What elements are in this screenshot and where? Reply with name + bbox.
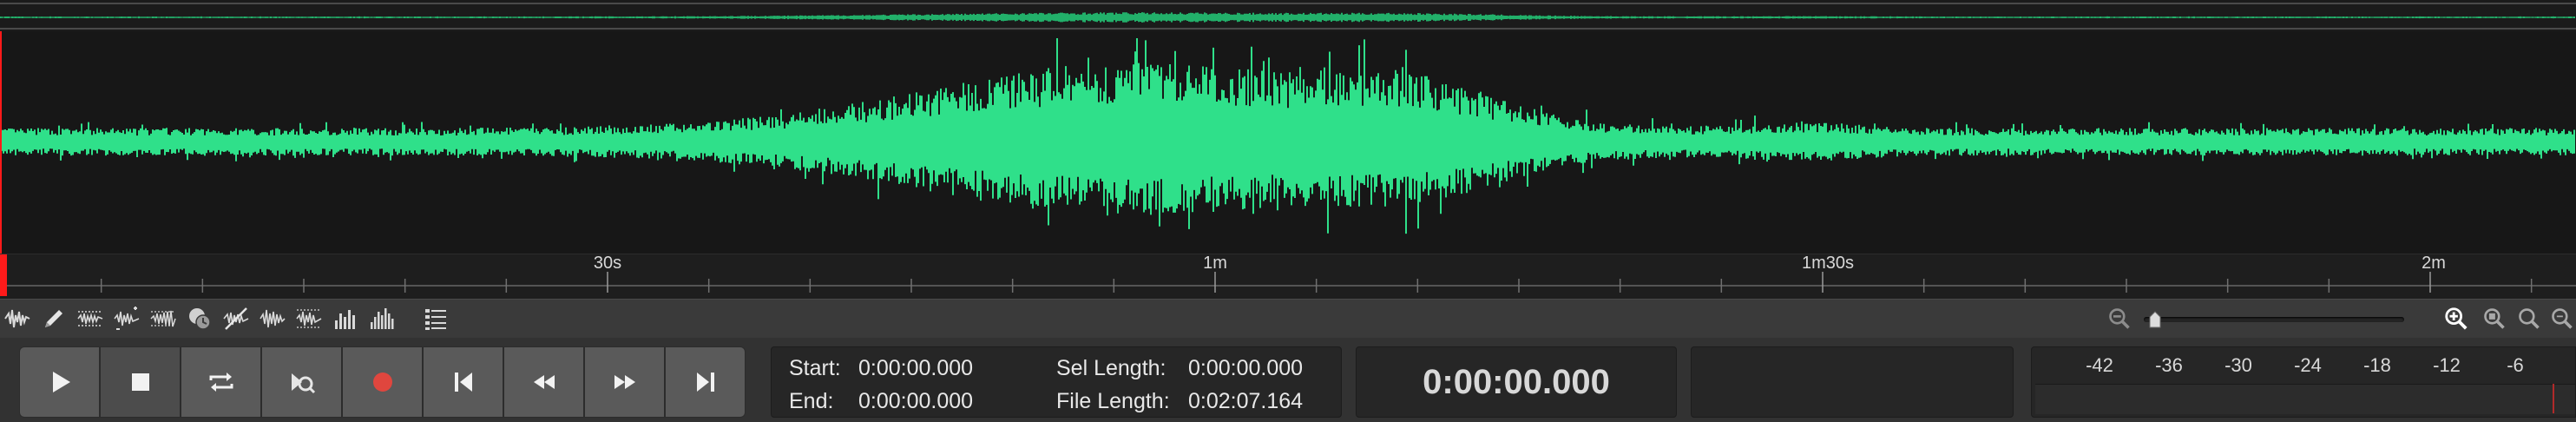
bottom-panel: Start: 0:00:00.000 End: 0:00:00.000 Sel … (0, 338, 2576, 422)
transport-controls (19, 346, 757, 418)
loop-icon (209, 373, 233, 392)
overview-waveform (0, 3, 2576, 30)
file-length-value: 0:02:07.164 (1188, 389, 1304, 413)
normalize-icon[interactable] (75, 303, 106, 334)
meter-label: -6 (2507, 354, 2524, 376)
spectrum-icon[interactable] (293, 303, 325, 334)
playhead-marker[interactable] (0, 254, 7, 296)
zoom-out-icon[interactable] (2106, 305, 2133, 333)
status-panel (1691, 346, 2014, 418)
start-value[interactable]: 0:00:00.000 (858, 356, 973, 381)
rewind-button[interactable] (503, 346, 584, 418)
waveform-path (0, 38, 2575, 234)
meter-label: -36 (2155, 354, 2183, 376)
fast-forward-icon (614, 375, 635, 389)
main-waveform (0, 31, 2575, 254)
meter-label: -30 (2224, 354, 2252, 376)
end-value[interactable]: 0:00:00.000 (858, 389, 973, 414)
skip-start-icon (454, 373, 472, 392)
ruler-label: 30s (594, 254, 621, 273)
scrub-button[interactable] (261, 346, 342, 418)
end-label: End: (789, 389, 834, 413)
skip-start-button[interactable] (423, 346, 503, 418)
zoom-slider-thumb[interactable] (2148, 310, 2162, 329)
waveform-view[interactable] (0, 31, 2576, 254)
zoom-in-icon[interactable] (2442, 305, 2470, 333)
zoom-fit-icon[interactable] (2515, 305, 2543, 333)
time-display: 0:00:00.000 (1356, 346, 1677, 418)
sel-length-value[interactable]: 0:00:00.000 (1188, 356, 1303, 381)
audio-editor-window: 30s 1m 1m30s 2m Start: 0:00:00.000 End: … (0, 0, 2576, 422)
rewind-icon (533, 375, 555, 389)
file-length-label: File Length: (1056, 389, 1170, 413)
meter-label: -42 (2086, 354, 2113, 376)
bars-alt-icon[interactable] (366, 303, 398, 334)
meter-label: -18 (2363, 354, 2391, 376)
record-icon (372, 373, 392, 392)
bars-icon[interactable] (330, 303, 361, 334)
skip-end-icon (696, 373, 714, 392)
meter-label: -12 (2433, 354, 2461, 376)
stop-button[interactable] (100, 346, 181, 418)
pencil-icon[interactable] (38, 303, 69, 334)
scrub-icon (291, 373, 315, 394)
fast-forward-button[interactable] (584, 346, 665, 418)
overview-path (0, 12, 2575, 23)
start-label: Start: (789, 356, 841, 380)
waveform-view-icon[interactable] (2, 303, 33, 334)
ruler-ticks: 30s 1m 1m30s 2m (0, 254, 2576, 293)
level-meter: -42 -36 -30 -24 -18 -12 -6 (2031, 346, 2576, 418)
meter-bar (2035, 384, 2575, 414)
play-button[interactable] (19, 346, 100, 418)
zoom-slider[interactable] (2144, 317, 2404, 322)
time-ruler[interactable]: 30s 1m 1m30s 2m (0, 254, 2576, 300)
ruler-label: 1m30s (1802, 254, 1854, 273)
list-icon[interactable] (420, 303, 451, 334)
zoom-full-icon[interactable] (2548, 305, 2576, 333)
loop-button[interactable] (181, 346, 261, 418)
zoom-bar (2092, 303, 2576, 334)
peak-indicator (2553, 384, 2554, 413)
amplify-icon[interactable] (111, 303, 142, 334)
play-icon (52, 372, 70, 392)
stop-icon (131, 373, 149, 391)
fade-icon[interactable] (148, 303, 179, 334)
tool-strip (0, 299, 2576, 339)
ruler-label: 2m (2422, 254, 2446, 273)
ruler-label: 1m (1203, 254, 1227, 273)
waveform-overview[interactable] (0, 0, 2576, 31)
selection-info-panel: Start: 0:00:00.000 End: 0:00:00.000 Sel … (771, 346, 1342, 418)
record-button[interactable] (342, 346, 423, 418)
sel-length-label: Sel Length: (1056, 356, 1166, 380)
silence-icon[interactable] (220, 303, 252, 334)
noise-icon[interactable] (257, 303, 288, 334)
skip-end-button[interactable] (665, 346, 746, 418)
meter-label: -24 (2294, 354, 2322, 376)
zoom-selection-icon[interactable] (2481, 305, 2508, 333)
time-icon[interactable] (184, 303, 215, 334)
